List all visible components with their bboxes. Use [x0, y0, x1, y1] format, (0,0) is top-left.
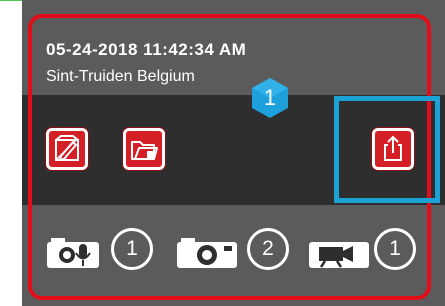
photo-count: 2	[247, 228, 289, 270]
video-attachments[interactable]: 1	[307, 228, 422, 276]
folder-icon	[131, 141, 158, 160]
actions-bar	[22, 95, 445, 205]
entry-datetime: 05-24-2018 11:42:34 AM	[46, 40, 247, 59]
share-button[interactable]	[372, 128, 414, 170]
camera-mic-icon	[47, 238, 99, 268]
audio-photo-count: 1	[111, 228, 153, 270]
photo-attachments[interactable]: 2	[175, 228, 290, 276]
entry-badge-count: 1	[263, 85, 277, 110]
edit-document-button[interactable]	[46, 128, 88, 170]
edit-document-icon	[55, 135, 79, 161]
corner-marker	[0, 0, 22, 22]
video-count: 1	[374, 228, 416, 270]
folder-button[interactable]	[123, 128, 165, 170]
camera-icon	[177, 238, 237, 268]
video-camera-icon	[309, 242, 369, 268]
entry-location: Sint-Truiden Belgium	[46, 68, 195, 85]
entry-info: 05-24-2018 11:42:34 AM Sint-Truiden Belg…	[22, 0, 445, 95]
share-export-icon	[384, 135, 402, 161]
audio-photo-attachments[interactable]: 1	[45, 228, 160, 276]
entry-badge: 1	[248, 76, 292, 120]
